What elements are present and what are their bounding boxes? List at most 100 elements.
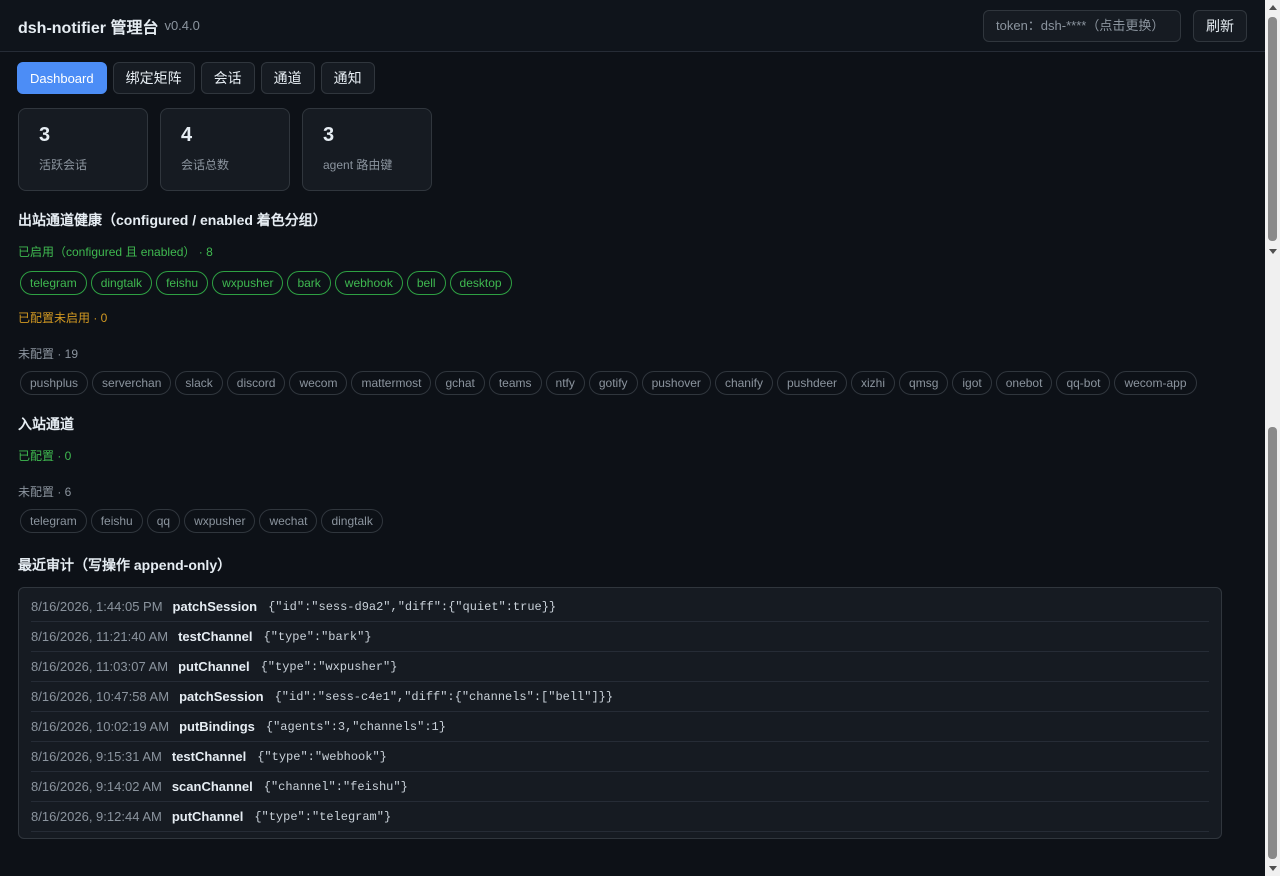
- audit-row: 8/16/2026, 9:12:44 AM putChannel {"type"…: [31, 802, 1209, 832]
- inbound-title: 入站通道: [18, 416, 74, 432]
- channel-chip: wxpusher: [184, 509, 256, 533]
- page-scrollbar[interactable]: [1265, 0, 1280, 876]
- audit-payload: {"id":"sess-c4e1","diff":{"channels":["b…: [274, 689, 614, 704]
- stat-label: agent 路由键: [323, 158, 393, 172]
- scrollbar-thumb-top[interactable]: [1268, 17, 1277, 241]
- audit-time: 8/16/2026, 10:47:58 AM: [31, 689, 170, 704]
- audit-op: patchSession: [172, 599, 258, 614]
- audit-op: putChannel: [171, 809, 244, 824]
- stat-card-total-sessions: 4 会话总数: [160, 108, 290, 191]
- channel-chip: telegram: [20, 271, 87, 295]
- stat-card-agent-keys: 3 agent 路由键: [302, 108, 432, 191]
- outbound-title: 出站通道健康（configured / enabled 着色分组）: [18, 212, 327, 228]
- audit-op: patchSession: [179, 689, 264, 704]
- scroll-up-arrow-icon[interactable]: [1265, 244, 1280, 259]
- header-actions: 刷新: [983, 9, 1247, 42]
- channel-chip: gotify: [588, 371, 638, 395]
- audit-row: 8/16/2026, 9:15:31 AM testChannel {"type…: [31, 742, 1209, 772]
- tab-sessions[interactable]: 会话: [200, 62, 255, 94]
- stat-value: 4: [181, 124, 193, 146]
- inbound-unconfigured-chips: telegram feishu qq wxpusher wechat dingt…: [0, 509, 1265, 533]
- channel-chip: desktop: [449, 271, 512, 295]
- channel-chip: igot: [952, 371, 992, 395]
- audit-time: 8/16/2026, 9:12:44 AM: [31, 809, 162, 824]
- channel-chip: wechat: [259, 509, 318, 533]
- channel-chip: dingtalk: [321, 509, 383, 533]
- channel-chip: pushover: [641, 371, 711, 395]
- page: dsh-notifier 管理台 v0.4.0 刷新 Dashboard 绑定矩…: [0, 0, 1265, 876]
- tab-channels[interactable]: 通道: [260, 62, 315, 94]
- audit-time: 8/16/2026, 11:03:07 AM: [31, 659, 169, 674]
- channel-chip: dingtalk: [90, 271, 153, 295]
- audit-log: 8/16/2026, 1:44:05 PM patchSession {"id"…: [18, 587, 1222, 839]
- channel-chip: pushdeer: [776, 371, 848, 395]
- channel-chip: feishu: [90, 509, 143, 533]
- channel-chip: slack: [175, 371, 223, 395]
- channel-chip: gchat: [435, 371, 485, 395]
- channel-chip: teams: [488, 371, 542, 395]
- stat-value: 3: [323, 124, 335, 146]
- audit-payload: {"channel":"feishu"}: [263, 779, 408, 794]
- channel-chip: bell: [406, 271, 446, 295]
- tab-notifications[interactable]: 通知: [320, 62, 375, 94]
- audit-payload: {"type":"webhook"}: [257, 749, 387, 764]
- stat-value: 3: [39, 124, 51, 146]
- audit-title: 最近审计（写操作 append-only）: [18, 557, 232, 573]
- channel-chip: feishu: [156, 271, 209, 295]
- channel-chip: mattermost: [351, 371, 432, 395]
- channel-chip: qmsg: [899, 371, 949, 395]
- audit-row: 8/16/2026, 9:14:02 AM scanChannel {"chan…: [31, 772, 1209, 802]
- tab-dashboard[interactable]: Dashboard: [17, 62, 107, 94]
- audit-op: putBindings: [179, 719, 255, 734]
- scroll-up-arrow-icon[interactable]: [1265, 0, 1280, 15]
- outbound-unconfigured-chips: pushplus serverchan slack discord wecom …: [0, 371, 1265, 395]
- audit-op: testChannel: [178, 629, 253, 644]
- audit-payload: {"type":"bark"}: [263, 629, 372, 644]
- inbound-unconfigured-label: 未配置 · 6: [18, 485, 72, 499]
- audit-op: scanChannel: [171, 779, 253, 794]
- audit-time: 8/16/2026, 10:02:19 AM: [31, 719, 170, 734]
- scrollbar-thumb[interactable]: [1268, 427, 1277, 859]
- audit-payload: {"agents":3,"channels":1}: [265, 719, 446, 734]
- audit-time: 8/16/2026, 9:15:31 AM: [31, 749, 162, 764]
- audit-row: 8/16/2026, 10:02:19 AM putBindings {"age…: [31, 712, 1209, 742]
- main-tabs: Dashboard 绑定矩阵 会话 通道 通知: [0, 52, 1265, 94]
- channel-chip: pushplus: [20, 371, 89, 395]
- channel-chip: telegram: [20, 509, 87, 533]
- refresh-button[interactable]: 刷新: [1193, 9, 1247, 42]
- audit-time: 8/16/2026, 9:14:02 AM: [31, 779, 162, 794]
- outbound-unconfigured-label: 未配置 · 19: [18, 347, 79, 361]
- app-version: v0.4.0: [164, 18, 200, 33]
- channel-chip: onebot: [995, 371, 1053, 395]
- channel-chip: chanify: [714, 371, 773, 395]
- outbound-enabled-chips: telegram dingtalk feishu wxpusher bark w…: [0, 271, 1265, 295]
- token-input[interactable]: [983, 9, 1181, 42]
- channel-chip: wecom-app: [1114, 371, 1197, 395]
- outbound-enabled-label: 已启用（configured 且 enabled） · 8: [18, 245, 213, 259]
- channel-chip: serverchan: [92, 371, 172, 395]
- stat-label: 会话总数: [181, 158, 230, 172]
- channel-chip: bark: [287, 271, 331, 295]
- channel-chip: qq: [146, 509, 181, 533]
- audit-time: 8/16/2026, 11:21:40 AM: [31, 629, 169, 644]
- channel-chip: wecom: [289, 371, 348, 395]
- channel-chip: discord: [226, 371, 286, 395]
- scroll-down-arrow-icon[interactable]: [1265, 861, 1280, 876]
- audit-payload: {"id":"sess-d9a2","diff":{"quiet":true}}: [268, 599, 557, 614]
- stats-row: 3 活跃会话 4 会话总数 3 agent 路由键: [0, 94, 1265, 191]
- stat-label: 活跃会话: [39, 158, 88, 172]
- audit-row: 8/16/2026, 11:21:40 AM testChannel {"typ…: [31, 622, 1209, 652]
- audit-payload: {"type":"wxpusher"}: [260, 659, 398, 674]
- channel-chip: ntfy: [545, 371, 585, 395]
- audit-payload: {"type":"telegram"}: [254, 809, 392, 824]
- channel-chip: xizhi: [851, 371, 896, 395]
- audit-row: 8/16/2026, 11:03:07 AM putChannel {"type…: [31, 652, 1209, 682]
- audit-row: 8/16/2026, 1:44:05 PM patchSession {"id"…: [31, 592, 1209, 622]
- channel-chip: webhook: [334, 271, 403, 295]
- audit-op: testChannel: [171, 749, 247, 764]
- audit-time: 8/16/2026, 1:44:05 PM: [31, 599, 163, 614]
- channel-chip: qq-bot: [1056, 371, 1111, 395]
- app-title: dsh-notifier 管理台: [18, 19, 159, 37]
- top-bar: dsh-notifier 管理台 v0.4.0 刷新: [0, 0, 1265, 52]
- tab-bindings[interactable]: 绑定矩阵: [112, 62, 195, 94]
